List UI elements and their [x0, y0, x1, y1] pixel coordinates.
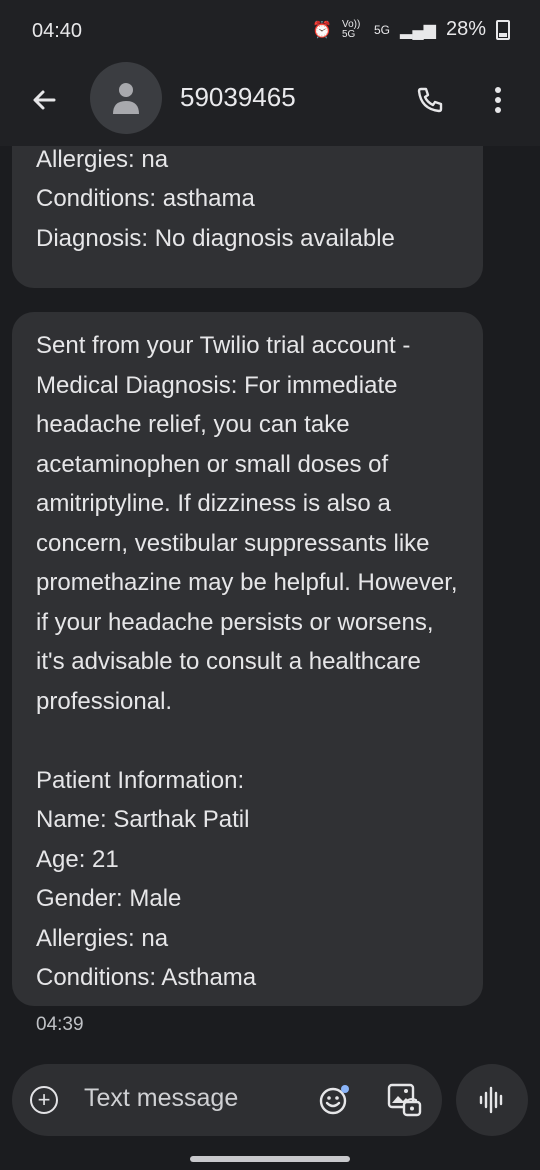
contact-avatar[interactable] — [90, 62, 162, 134]
message-bubble-previous[interactable]: Gender: Male Allergies: na Conditions: a… — [12, 146, 483, 288]
more-options-button[interactable] — [476, 78, 520, 122]
emoji-button[interactable] — [318, 1084, 350, 1116]
arrow-left-icon — [33, 90, 56, 110]
phone-icon — [417, 87, 443, 113]
message-list[interactable]: Gender: Male Allergies: na Conditions: a… — [0, 146, 540, 1056]
call-button[interactable] — [408, 78, 452, 122]
signal-icon: ▂▄▆ — [400, 21, 436, 39]
more-vert-icon — [495, 87, 501, 113]
plus-icon: + — [37, 1087, 51, 1112]
person-icon — [113, 83, 139, 114]
status-time: 04:40 — [32, 20, 83, 42]
back-button[interactable] — [22, 78, 66, 122]
voice-message-button[interactable] — [456, 1064, 528, 1136]
network-label: 5G — [374, 22, 391, 37]
battery-percent: 28% — [445, 18, 486, 40]
contact-name[interactable]: 59039465 — [180, 82, 296, 113]
status-bar: 04:40 ⏰ Vo)) 5G 5G ▂▄▆ 28% — [0, 0, 540, 60]
message-composer: + Text message — [12, 1064, 442, 1136]
battery-icon — [496, 19, 510, 40]
status-icons: ⏰ Vo)) 5G 5G ▂▄▆ 28% — [312, 18, 510, 41]
add-attachment-button[interactable]: + — [30, 1086, 58, 1114]
waveform-icon — [479, 1086, 503, 1114]
alarm-icon: ⏰ — [312, 21, 332, 39]
message-bubble-diagnosis[interactable]: Sent from your Twilio trial account - Me… — [12, 312, 483, 1006]
gallery-button[interactable] — [386, 1082, 422, 1118]
gallery-icon — [387, 1083, 422, 1117]
app-bar: 59039465 — [0, 60, 540, 146]
gesture-nav-bar[interactable] — [190, 1156, 350, 1162]
emoji-icon — [319, 1085, 349, 1115]
message-timestamp: 04:39 — [36, 1014, 84, 1035]
volte-label: Vo)) 5G — [342, 18, 361, 40]
text-message-input[interactable]: Text message — [84, 1084, 238, 1113]
